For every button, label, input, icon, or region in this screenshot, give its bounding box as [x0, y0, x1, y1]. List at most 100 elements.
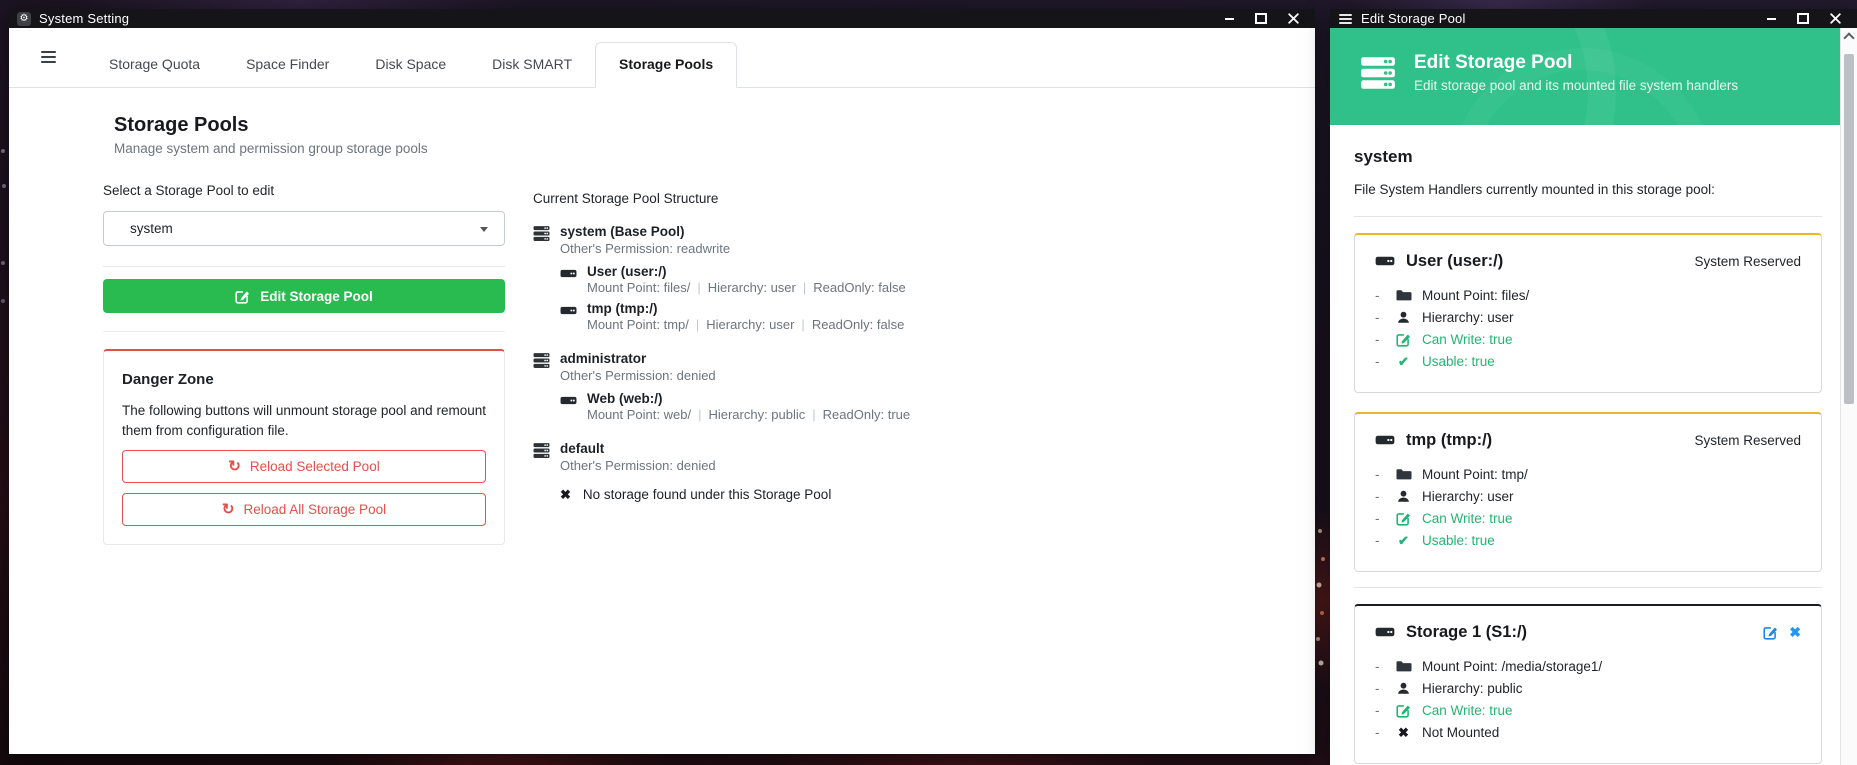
- edit-storage-pool-label: Edit Storage Pool: [260, 289, 373, 304]
- scrollbar-thumb[interactable]: [1844, 54, 1854, 404]
- hdd-icon: [1375, 430, 1395, 450]
- system-reserved-badge: System Reserved: [1694, 254, 1801, 269]
- edit-handler-button[interactable]: [1763, 625, 1778, 640]
- tree-handler-tmp: tmp (tmp:/) Mount Point: tmp/|Hierarchy:…: [560, 301, 906, 333]
- pool-permission: Other's Permission: readwrite: [560, 241, 906, 257]
- user-icon: [1394, 310, 1413, 325]
- pool-permission: Other's Permission: denied: [560, 368, 910, 384]
- scrollbar[interactable]: [1840, 28, 1857, 765]
- folder-icon: [1394, 287, 1413, 303]
- hdd-icon: [1375, 251, 1395, 271]
- system-setting-titlebar[interactable]: ⚙ System Setting: [9, 9, 1315, 28]
- hdd-icon: [560, 265, 577, 296]
- tab-disk-space[interactable]: Disk Space: [352, 43, 469, 87]
- tab-disk-smart[interactable]: Disk SMART: [469, 43, 595, 87]
- edit-storage-pool-button[interactable]: Edit Storage Pool: [103, 279, 505, 313]
- handler-name: Web (web:/): [587, 391, 910, 407]
- hdd-icon: [560, 392, 577, 423]
- empty-pool-message: ✖ No storage found under this Storage Po…: [560, 487, 831, 502]
- desktop: ⚙ System Setting Storage Quota Space Fin…: [0, 0, 1857, 765]
- scrollbar-up-arrow[interactable]: [1841, 28, 1857, 45]
- maximize-button[interactable]: [1245, 9, 1277, 28]
- unmount-handler-button[interactable]: ✖: [1789, 625, 1801, 639]
- edit-storage-pool-window: Edit Storage Pool Edit Storage Pool Edit…: [1330, 9, 1857, 765]
- edit-icon: [235, 289, 250, 304]
- window-title: System Setting: [39, 11, 129, 26]
- folder-icon: [1394, 466, 1413, 482]
- window-menu-icon: [1338, 12, 1353, 26]
- user-icon: [1394, 489, 1413, 504]
- tree-pool-system: system (Base Pool) Other's Permission: r…: [533, 223, 1113, 333]
- handlers-description: File System Handlers currently mounted i…: [1354, 182, 1822, 197]
- hamburger-menu-icon[interactable]: [41, 51, 56, 63]
- check-icon: ✔: [1394, 534, 1413, 547]
- storage-pool-select-value: system: [130, 221, 173, 236]
- folder-icon: [1394, 658, 1413, 674]
- handler-row-can-write: - Can Write: true: [1375, 507, 1801, 529]
- gear-icon: ⚙: [17, 12, 31, 26]
- dialog-header: Edit Storage Pool Edit storage pool and …: [1330, 28, 1840, 125]
- divider: [103, 331, 505, 332]
- handler-name: User (user:/): [587, 264, 906, 280]
- divider: [1354, 216, 1822, 217]
- reload-all-storage-pool-button[interactable]: ↻ Reload All Storage Pool: [122, 493, 486, 526]
- tab-bar: Storage Quota Space Finder Disk Space Di…: [9, 28, 1315, 88]
- desktop-wallpaper-sparkles: [0, 0, 2, 2]
- handler-row-hierarchy: - Hierarchy: user: [1375, 306, 1801, 328]
- handler-details: Mount Point: tmp/|Hierarchy: user|ReadOn…: [587, 317, 904, 333]
- tree-handler-user: User (user:/) Mount Point: files/|Hierar…: [560, 264, 906, 296]
- select-pool-label: Select a Storage Pool to edit: [103, 183, 505, 198]
- page-header: Storage Pools Manage system and permissi…: [114, 114, 1315, 156]
- handler-name: tmp (tmp:/): [587, 301, 904, 317]
- close-icon: [1288, 13, 1299, 24]
- window-controls: [1213, 9, 1309, 28]
- reload-selected-pool-button[interactable]: ↻ Reload Selected Pool: [122, 450, 486, 483]
- divider: [103, 266, 505, 267]
- tab-storage-quota[interactable]: Storage Quota: [86, 43, 223, 87]
- dialog-subtitle: Edit storage pool and its mounted file s…: [1414, 78, 1738, 93]
- edit-icon: [1394, 703, 1413, 718]
- minimize-button[interactable]: [1213, 9, 1245, 28]
- reload-selected-pool-label: Reload Selected Pool: [250, 459, 380, 474]
- handler-card-storage1: Storage 1 (S1:/) ✖ - Mount Point: /: [1354, 604, 1822, 764]
- tab-storage-pools[interactable]: Storage Pools: [595, 42, 737, 88]
- handler-row-mount: - Mount Point: tmp/: [1375, 463, 1801, 485]
- page-subtitle: Manage system and permission group stora…: [114, 141, 1315, 156]
- dialog-body: system File System Handlers currently mo…: [1330, 125, 1840, 764]
- handler-row-mount: - Mount Point: files/: [1375, 284, 1801, 306]
- storage-pool-select[interactable]: system: [103, 211, 505, 246]
- minimize-button[interactable]: [1755, 9, 1787, 28]
- maximize-button[interactable]: [1787, 9, 1819, 28]
- pool-structure-column: Current Storage Pool Structure system (B…: [533, 183, 1113, 545]
- danger-zone-card: Danger Zone The following buttons will u…: [103, 349, 505, 545]
- handler-card-user: User (user:/) System Reserved - Mount Po…: [1354, 233, 1822, 393]
- edit-storage-pool-titlebar[interactable]: Edit Storage Pool: [1330, 9, 1857, 28]
- handler-row-hierarchy: - Hierarchy: public: [1375, 677, 1801, 699]
- handler-details: Mount Point: files/|Hierarchy: user|Read…: [587, 280, 906, 296]
- edit-icon: [1394, 511, 1413, 526]
- edit-icon: [1394, 332, 1413, 347]
- close-button[interactable]: [1819, 9, 1851, 28]
- refresh-icon: ↻: [222, 502, 235, 517]
- server-icon: [533, 352, 550, 423]
- hdd-icon: [560, 302, 577, 333]
- hdd-icon: [1375, 622, 1395, 642]
- handler-row-can-write: - Can Write: true: [1375, 699, 1801, 721]
- pool-permission: Other's Permission: denied: [560, 458, 831, 474]
- close-button[interactable]: [1277, 9, 1309, 28]
- check-icon: ✔: [1394, 355, 1413, 368]
- tree-handler-web: Web (web:/) Mount Point: web/|Hierarchy:…: [560, 391, 910, 423]
- server-icon: [533, 442, 550, 502]
- chevron-down-icon: [480, 227, 488, 232]
- handler-row-not-mounted: - ✖ Not Mounted: [1375, 721, 1801, 743]
- tab-space-finder[interactable]: Space Finder: [223, 43, 352, 87]
- tree-pool-default: default Other's Permission: denied ✖ No …: [533, 440, 1113, 502]
- pool-edit-column: Select a Storage Pool to edit system Edi…: [103, 183, 505, 545]
- handler-row-hierarchy: - Hierarchy: user: [1375, 485, 1801, 507]
- handler-row-usable: - ✔ Usable: true: [1375, 350, 1801, 372]
- server-icon: [1357, 55, 1399, 91]
- pool-name: administrator: [560, 350, 910, 367]
- handler-card-tmp: tmp (tmp:/) System Reserved - Mount Poin…: [1354, 412, 1822, 572]
- handler-row-can-write: - Can Write: true: [1375, 328, 1801, 350]
- danger-zone-description: The following buttons will unmount stora…: [122, 401, 486, 441]
